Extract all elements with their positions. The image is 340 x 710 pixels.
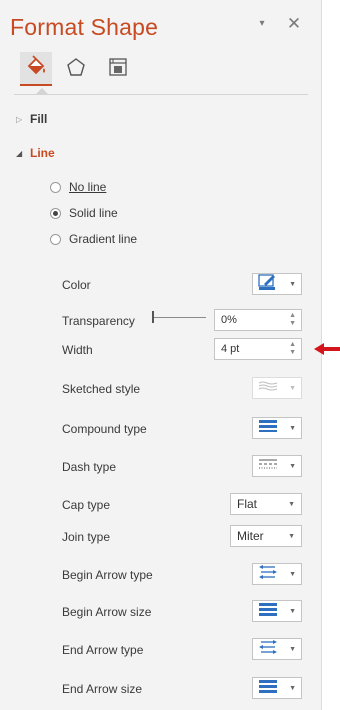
begin-arrow-type-dropdown[interactable]: ▼ [252, 563, 302, 585]
chevron-down-icon: ▼ [289, 570, 296, 578]
end-arrow-size-dropdown[interactable]: ▼ [252, 677, 302, 699]
chevron-down-icon: ▼ [289, 607, 296, 615]
chevron-down-icon: ▼ [289, 462, 296, 470]
size-properties-icon [107, 56, 129, 83]
fill-line-tab[interactable] [20, 52, 52, 86]
arrow-type-icon [257, 639, 279, 660]
color-label: Color [62, 278, 91, 292]
width-input[interactable]: 4 pt ▲ ▼ [214, 338, 302, 360]
spin-arrows-icon[interactable]: ▲ ▼ [289, 341, 296, 357]
transparency-label: Transparency [62, 314, 135, 328]
sketched-line-icon [257, 379, 279, 398]
begin-arrow-size-dropdown[interactable]: ▼ [252, 600, 302, 622]
task-pane-options-button[interactable]: ▾ [252, 14, 272, 34]
size-properties-tab[interactable] [102, 52, 134, 86]
join-type-label: Join type [62, 530, 111, 544]
callout-arrow-icon [314, 341, 340, 357]
arrow-size-icon [257, 678, 279, 699]
arrow-type-icon [257, 564, 279, 585]
chevron-down-icon: ▼ [289, 645, 296, 653]
paint-bucket-icon [25, 54, 47, 82]
fill-section-header[interactable]: ▷ Fill [16, 112, 47, 126]
transparency-input[interactable]: 0% ▲ ▼ [214, 309, 302, 331]
fill-section-label: Fill [30, 112, 48, 126]
join-type-value: Miter [237, 529, 264, 543]
radio-button[interactable] [50, 181, 61, 193]
compound-type-dropdown[interactable]: ▼ [252, 417, 302, 439]
no-line-option[interactable]: No line [50, 180, 106, 194]
end-arrow-type-dropdown[interactable]: ▼ [252, 638, 302, 660]
transparency-value: 0% [221, 314, 237, 326]
arrow-size-icon [257, 601, 279, 622]
pen-color-icon [257, 273, 279, 296]
spin-arrows-icon[interactable]: ▲ ▼ [289, 312, 296, 328]
solid-line-label: Solid line [69, 206, 118, 220]
cap-type-label: Cap type [62, 498, 111, 512]
end-arrow-type-label: End Arrow type [62, 643, 144, 657]
collapse-icon: ◢ [16, 148, 23, 158]
compound-lines-icon [257, 418, 279, 439]
chevron-down-icon: ▼ [288, 500, 295, 508]
begin-arrow-type-label: Begin Arrow type [62, 568, 153, 582]
join-type-select[interactable]: Miter ▼ [230, 525, 302, 547]
dash-lines-icon [257, 456, 279, 477]
cap-type-select[interactable]: Flat ▼ [230, 493, 302, 515]
chevron-down-icon: ▼ [289, 280, 296, 288]
pane-title: Format Shape [10, 14, 159, 40]
width-value: 4 pt [221, 343, 240, 355]
line-section-header[interactable]: ◢ Line [16, 146, 55, 160]
end-arrow-size-label: End Arrow size [62, 682, 143, 696]
solid-line-option[interactable]: Solid line [50, 206, 118, 220]
gradient-line-label: Gradient line [69, 232, 138, 246]
radio-button[interactable] [50, 233, 61, 245]
sketched-style-label: Sketched style [62, 382, 141, 396]
chevron-down-icon: ▼ [288, 532, 295, 540]
tab-divider [14, 88, 308, 95]
transparency-slider-thumb[interactable] [152, 311, 154, 323]
dash-type-dropdown[interactable]: ▼ [252, 455, 302, 477]
chevron-down-icon: ▼ [289, 384, 296, 392]
line-section-label: Line [30, 146, 55, 160]
effects-tab[interactable] [60, 52, 92, 86]
cap-type-value: Flat [237, 497, 258, 511]
expand-icon: ▷ [16, 114, 23, 124]
compound-type-label: Compound type [62, 422, 147, 436]
format-shape-pane: Format Shape ▾ ✕ ▷ Fill ◢ Line No line S… [0, 0, 322, 710]
gradient-line-option[interactable]: Gradient line [50, 232, 137, 246]
sketched-style-dropdown[interactable]: ▼ [252, 377, 302, 399]
chevron-down-icon: ▼ [289, 424, 296, 432]
chevron-down-icon: ▼ [289, 684, 296, 692]
radio-button-selected[interactable] [50, 207, 61, 219]
outline-color-dropdown[interactable]: ▼ [252, 273, 302, 295]
width-label: Width [62, 343, 93, 357]
pentagon-icon [65, 56, 87, 83]
transparency-slider-track[interactable] [152, 317, 206, 318]
begin-arrow-size-label: Begin Arrow size [62, 605, 152, 619]
no-line-label: No line [69, 180, 107, 194]
close-button[interactable]: ✕ [284, 14, 304, 34]
dash-type-label: Dash type [62, 460, 117, 474]
